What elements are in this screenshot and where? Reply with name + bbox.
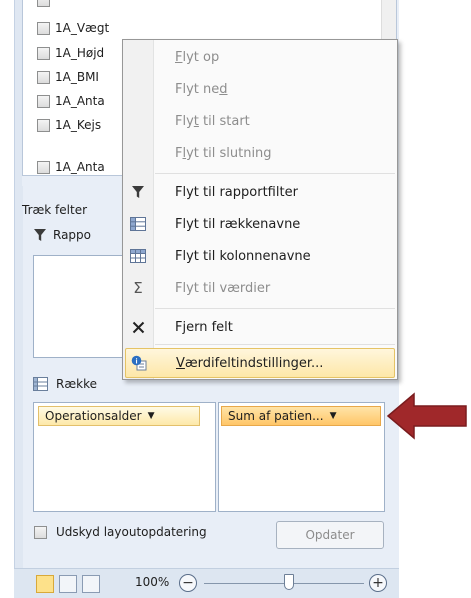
menu-item-remove-field[interactable]: Fjern felt <box>123 312 397 342</box>
menu-item-move-to-column-labels[interactable]: Flyt til kolonnenavne <box>123 241 397 271</box>
column-labels-icon <box>130 249 146 263</box>
row-field-chip-label: Operationsalder <box>45 409 142 423</box>
defer-update-checkbox[interactable] <box>34 525 47 539</box>
menu-item-move-to-report-filter[interactable]: Flyt til rapportfilter <box>123 177 397 207</box>
menu-item-move-up[interactable]: Flyt op <box>123 42 397 72</box>
field-checkbox[interactable] <box>37 70 50 84</box>
menu-item-move-to-end[interactable]: Flyt til slutning <box>123 138 397 168</box>
page-layout-view-button[interactable] <box>59 575 77 593</box>
field-row[interactable]: 1A_Anta <box>37 160 105 174</box>
zoom-in-icon[interactable]: + <box>369 574 387 592</box>
page-break-view-button[interactable] <box>82 575 100 593</box>
zoom-out-icon[interactable]: − <box>179 574 197 592</box>
annotation-arrow-icon <box>386 392 467 440</box>
field-label: 1A_Anta <box>55 160 105 174</box>
field-checkbox[interactable] <box>37 46 50 60</box>
menu-item-move-to-row-labels[interactable]: Flyt til rækkenavne <box>123 209 397 239</box>
value-field-chip-label: Sum af patien... <box>228 409 324 423</box>
sigma-icon: Σ <box>133 279 143 297</box>
row-labels-icon <box>33 377 48 391</box>
report-filter-title: Rappo <box>33 228 91 242</box>
field-label: 1A_Højd <box>55 46 105 60</box>
field-label: 1A_Anta <box>55 94 105 108</box>
zoom-level[interactable]: 100% <box>135 575 169 589</box>
chevron-down-icon[interactable]: ▼ <box>148 411 155 421</box>
svg-text:i: i <box>135 356 137 365</box>
update-button[interactable]: Opdater <box>276 521 384 549</box>
status-bar: 100% − + <box>14 568 399 598</box>
menu-item-value-field-settings[interactable]: i Værdifeltindstillinger... <box>125 348 395 378</box>
row-field-chip[interactable]: Operationsalder ▼ <box>38 406 200 426</box>
defer-update[interactable]: Udskyd layoutopdatering <box>34 525 207 539</box>
zoom-slider-thumb[interactable] <box>284 574 294 590</box>
menu-item-move-to-values[interactable]: Σ Flyt til værdier <box>123 273 397 303</box>
field-label: 1A_BMI <box>55 70 99 84</box>
normal-view-button[interactable] <box>36 575 54 593</box>
value-settings-icon: i <box>131 355 147 371</box>
field-context-menu: Flyt op Flyt ned Flyt til start Flyt til… <box>122 39 398 380</box>
filter-icon <box>132 186 144 198</box>
field-label: 1A_Kejs <box>55 118 102 132</box>
field-row[interactable]: 1A_Vægt <box>37 18 109 38</box>
filter-icon <box>34 229 46 241</box>
chevron-down-icon[interactable]: ▼ <box>330 411 337 421</box>
row-labels-label: Række <box>56 377 97 391</box>
remove-icon <box>132 321 144 333</box>
field-checkbox[interactable] <box>37 160 50 174</box>
row-labels-icon <box>130 217 146 231</box>
field-row[interactable]: 1A_Anta <box>37 91 105 111</box>
value-field-chip[interactable]: Sum af patien... ▼ <box>221 406 381 426</box>
field-checkbox[interactable] <box>37 118 50 132</box>
field-checkbox[interactable] <box>37 0 50 7</box>
menu-item-move-down[interactable]: Flyt ned <box>123 74 397 104</box>
field-row[interactable]: 1A_BMI <box>37 67 99 87</box>
field-checkbox[interactable] <box>37 94 50 108</box>
menu-item-move-to-start[interactable]: Flyt til start <box>123 106 397 136</box>
field-label: 1A_Vægt <box>55 21 110 35</box>
defer-update-label: Udskyd layoutopdatering <box>56 525 207 539</box>
report-filter-label: Rappo <box>53 228 92 242</box>
field-row[interactable] <box>37 0 55 10</box>
drag-fields-label: Træk felter <box>22 203 88 217</box>
field-checkbox[interactable] <box>37 21 50 35</box>
row-labels-title: Række <box>33 377 97 391</box>
field-row[interactable]: 1A_Højd <box>37 43 104 63</box>
field-row[interactable]: 1A_Kejs <box>37 115 101 135</box>
